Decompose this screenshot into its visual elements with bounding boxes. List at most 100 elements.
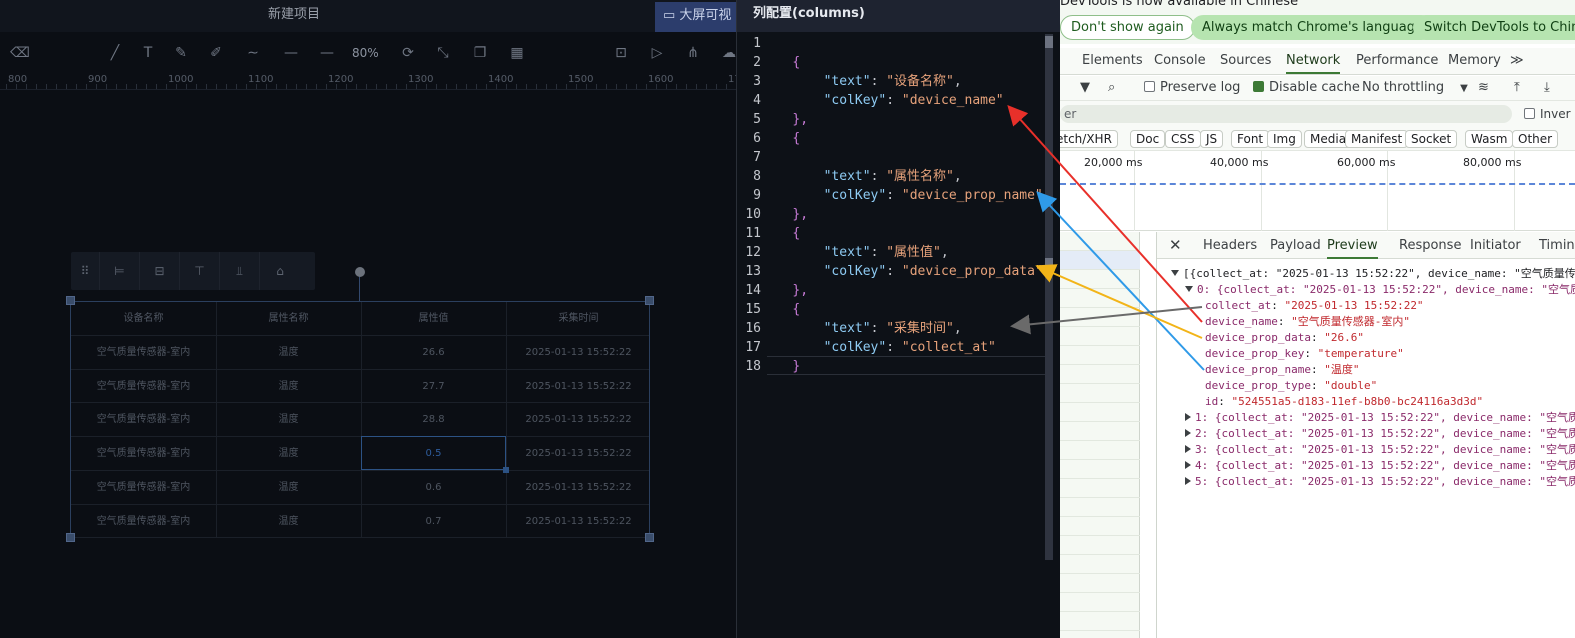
- network-timeline[interactable]: 20,000 ms 40,000 ms 60,000 ms 80,000 ms: [1060, 151, 1575, 231]
- request-row[interactable]: [1060, 612, 1140, 631]
- data-table-component[interactable]: 设备名称 属性名称 属性值 采集时间 空气质量传感器-室内 温度 26.6 2025-01-1…: [70, 301, 651, 539]
- copy-icon[interactable]: ❐: [469, 36, 491, 70]
- filter-input[interactable]: er: [1060, 105, 1512, 123]
- align-center-icon[interactable]: ⊟: [140, 252, 180, 290]
- request-row[interactable]: [1060, 251, 1140, 270]
- solid-line-icon[interactable]: —: [316, 36, 338, 70]
- request-row[interactable]: [1060, 498, 1140, 517]
- type-filter-1[interactable]: Doc: [1130, 130, 1166, 148]
- table-cell[interactable]: 2025-01-13 15:52:22: [506, 505, 651, 539]
- layout-icon[interactable]: ▦: [506, 36, 528, 70]
- table-cell[interactable]: 温度: [216, 437, 361, 471]
- tab-sources[interactable]: Sources: [1220, 48, 1271, 74]
- type-filter-2[interactable]: CSS: [1165, 130, 1201, 148]
- curve-tool-icon[interactable]: ∼: [242, 36, 264, 70]
- disable-cache-checkbox[interactable]: Disable cache: [1253, 76, 1360, 100]
- scroll-thumb[interactable]: [1045, 36, 1053, 48]
- type-filter-7[interactable]: Manifest: [1345, 130, 1409, 148]
- request-row[interactable]: [1060, 365, 1140, 384]
- type-filter-10[interactable]: Other: [1512, 130, 1559, 148]
- text-tool-icon[interactable]: T: [137, 36, 159, 70]
- pen-tool-icon[interactable]: ✎: [170, 36, 192, 70]
- table-cell[interactable]: 空气质量传感器-室内: [71, 370, 216, 404]
- table-cell[interactable]: 空气质量传感器-室内: [71, 336, 216, 370]
- filter-icon[interactable]: ▼: [1080, 76, 1090, 100]
- request-row[interactable]: [1060, 479, 1140, 498]
- request-row[interactable]: [1060, 403, 1140, 422]
- table-cell[interactable]: 2025-01-13 15:52:22: [506, 370, 651, 404]
- align-top-icon[interactable]: ⊤: [180, 252, 220, 290]
- type-filter-9[interactable]: Wasm: [1465, 130, 1514, 148]
- tab-initiator[interactable]: Initiator: [1470, 232, 1521, 259]
- preview-root[interactable]: [{collect_at: "2025-01-13 15:52:22", dev…: [1171, 266, 1575, 282]
- share-icon[interactable]: ⋔: [682, 36, 704, 70]
- table-cell[interactable]: 27.7: [361, 370, 506, 404]
- throttling-select[interactable]: No throttling ▼: [1362, 76, 1468, 100]
- table-cell[interactable]: 空气质量传感器-室内: [71, 437, 216, 471]
- table-cell[interactable]: 空气质量传感器-室内: [71, 471, 216, 505]
- table-cell[interactable]: 28.8: [361, 403, 506, 437]
- request-row[interactable]: [1060, 422, 1140, 441]
- close-icon[interactable]: ✕: [1169, 232, 1182, 259]
- table-cell[interactable]: 温度: [216, 505, 361, 539]
- line-tool-icon[interactable]: ╱: [104, 36, 126, 70]
- request-row[interactable]: [1060, 536, 1140, 555]
- resize-handle[interactable]: [66, 296, 75, 305]
- preview-item-collapsed[interactable]: 4: {collect_at: "2025-01-13 15:52:22", d…: [1185, 458, 1575, 474]
- table-cell[interactable]: 0.7: [361, 505, 506, 539]
- preview-item-collapsed[interactable]: 5: {collect_at: "2025-01-13 15:52:22", d…: [1185, 474, 1575, 490]
- request-row[interactable]: [1060, 517, 1140, 536]
- tab-response[interactable]: Response: [1399, 232, 1461, 259]
- request-row[interactable]: [1060, 593, 1140, 612]
- tab-timing[interactable]: Timin: [1539, 232, 1575, 259]
- tab-payload[interactable]: Payload: [1270, 232, 1321, 259]
- request-row[interactable]: [1060, 555, 1140, 574]
- tab-elements[interactable]: Elements: [1082, 48, 1143, 74]
- resize-handle[interactable]: [66, 533, 75, 542]
- table-cell[interactable]: 温度: [216, 370, 361, 404]
- table-cell[interactable]: 温度: [216, 471, 361, 505]
- preview-item-collapsed[interactable]: 2: {collect_at: "2025-01-13 15:52:22", d…: [1185, 426, 1575, 442]
- switch-language-button[interactable]: Switch DevTools to Chine: [1413, 15, 1575, 40]
- resize-handle[interactable]: [645, 296, 654, 305]
- tab-performance[interactable]: Performance: [1356, 48, 1438, 74]
- zoom-level[interactable]: 80%: [352, 36, 379, 70]
- wifi-settings-icon[interactable]: ≋: [1478, 76, 1489, 100]
- dash-line-icon[interactable]: —: [280, 36, 302, 70]
- request-row[interactable]: [1060, 289, 1140, 308]
- request-row[interactable]: [1060, 346, 1140, 365]
- shrink-icon[interactable]: ⤡: [432, 36, 454, 70]
- preview-item-collapsed[interactable]: 3: {collect_at: "2025-01-13 15:52:22", d…: [1185, 442, 1575, 458]
- resize-handle[interactable]: [645, 533, 654, 542]
- eraser-icon[interactable]: ⌫: [9, 36, 31, 70]
- request-row[interactable]: [1060, 460, 1140, 479]
- request-list[interactable]: [1060, 232, 1140, 638]
- align-middle-icon[interactable]: ⫫: [220, 252, 260, 290]
- preview-item-0[interactable]: 0: {collect_at: "2025-01-13 15:52:22", d…: [1185, 282, 1575, 298]
- table-cell[interactable]: 温度: [216, 336, 361, 370]
- table-cell[interactable]: 空气质量传感器-室内: [71, 403, 216, 437]
- refresh-icon[interactable]: ⟳: [397, 36, 419, 70]
- align-left-icon[interactable]: ⊨: [100, 252, 140, 290]
- always-match-language-button[interactable]: Always match Chrome's language: [1191, 15, 1434, 40]
- request-row[interactable]: [1060, 384, 1140, 403]
- download-icon[interactable]: ⤓: [1544, 76, 1550, 100]
- tab-headers[interactable]: Headers: [1203, 232, 1257, 259]
- table-cell[interactable]: 2025-01-13 15:52:22: [506, 471, 651, 505]
- table-cell[interactable]: 温度: [216, 403, 361, 437]
- tab-console[interactable]: Console: [1154, 48, 1206, 74]
- request-row[interactable]: [1060, 308, 1140, 327]
- search-icon[interactable]: ⌕: [1108, 76, 1115, 100]
- preserve-log-checkbox[interactable]: Preserve log: [1144, 76, 1240, 100]
- request-row[interactable]: [1060, 270, 1140, 289]
- table-cell[interactable]: 2025-01-13 15:52:22: [506, 336, 651, 370]
- drag-handle-icon[interactable]: ⠿: [71, 252, 100, 290]
- more-tabs-icon[interactable]: ≫: [1510, 48, 1524, 74]
- type-filter-0[interactable]: etch/XHR: [1060, 130, 1118, 148]
- request-row[interactable]: [1060, 232, 1140, 251]
- table-cell[interactable]: 2025-01-13 15:52:22: [506, 437, 651, 471]
- type-filter-4[interactable]: Font: [1231, 130, 1270, 148]
- upload-icon[interactable]: ⤒: [1514, 76, 1520, 100]
- request-row[interactable]: [1060, 441, 1140, 460]
- type-filter-5[interactable]: Img: [1267, 130, 1302, 148]
